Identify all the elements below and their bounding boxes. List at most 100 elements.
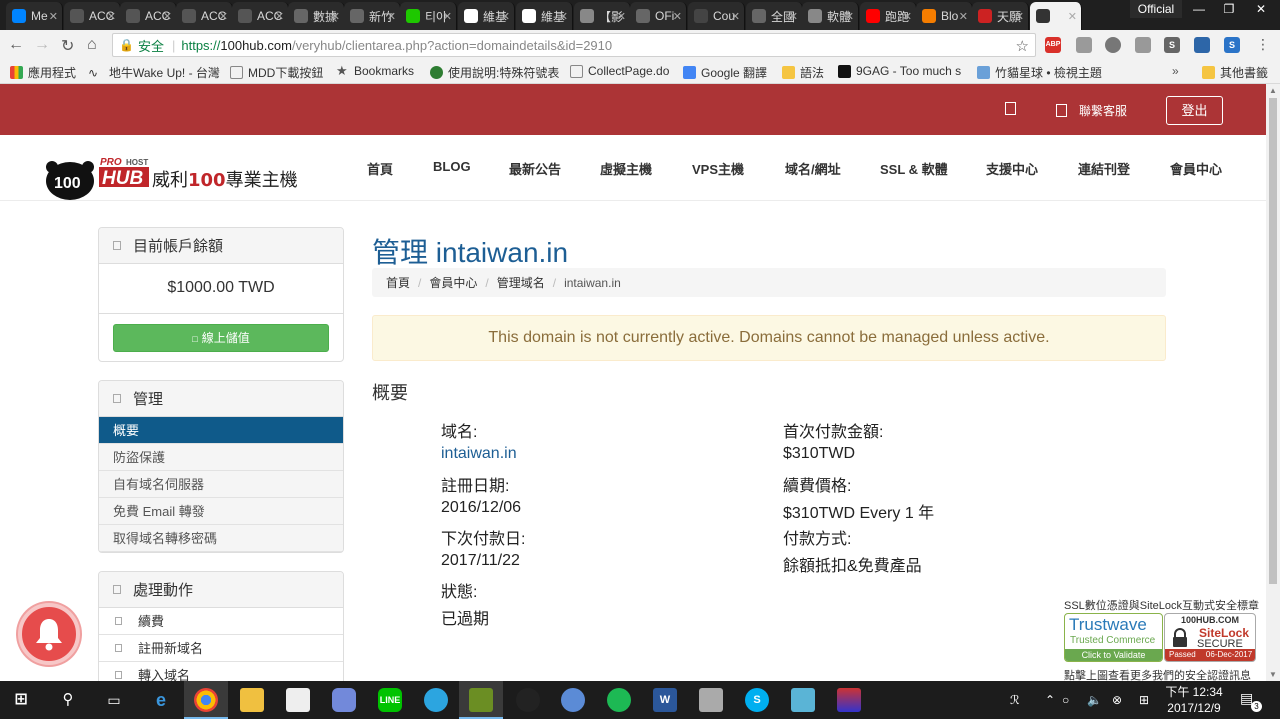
windows-start-icon[interactable]: ⊞ [9, 688, 33, 712]
close-tab-icon[interactable]: ✕ [617, 10, 626, 23]
nav-member-center[interactable]: 會員中心 [1170, 159, 1222, 178]
nav-hosting[interactable]: 虛擬主機 [600, 159, 652, 178]
ime-icon[interactable]: ⊞ [1139, 693, 1149, 707]
bookmark-item[interactable]: CollectPage.do [570, 64, 669, 78]
line-icon[interactable]: LINE [378, 688, 402, 712]
close-tab-icon[interactable]: ✕ [789, 10, 798, 23]
browser-tab[interactable]: 維基 ✕ [516, 2, 573, 30]
bookmark-apps[interactable]: 應用程式 [10, 64, 76, 81]
domain-value-link[interactable]: intaiwan.in [441, 445, 517, 463]
close-tab-icon[interactable]: ✕ [959, 10, 968, 23]
nav-link-listing[interactable]: 連結刊登 [1078, 159, 1130, 178]
store-icon[interactable] [286, 688, 310, 712]
back-icon[interactable]: ← [8, 36, 24, 54]
sidebar-item-nameservers[interactable]: 自有域名伺服器 [99, 471, 343, 498]
chrome-icon[interactable] [194, 688, 218, 712]
trustwave-seal[interactable]: Trustwave Trusted Commerce Click to Vali… [1064, 613, 1163, 662]
notes-icon[interactable] [791, 688, 815, 712]
skype-icon[interactable]: S [745, 688, 769, 712]
browser-tab[interactable]: ACC ✕ [120, 2, 177, 30]
paint-icon[interactable] [561, 688, 585, 712]
close-tab-icon[interactable]: ✕ [49, 10, 58, 23]
tray-expand-icon[interactable]: ⌃ [1045, 693, 1055, 707]
browser-tab[interactable]: 數據 ✕ [288, 2, 345, 30]
minimize-icon[interactable]: — [1184, 0, 1214, 18]
telegram-icon[interactable] [424, 688, 448, 712]
nav-domains[interactable]: 域名/網址 [785, 159, 841, 178]
scroll-up-icon[interactable]: ▲ [1269, 86, 1277, 95]
chart-app-icon[interactable] [469, 688, 493, 712]
bookmark-item[interactable]: 使用說明:特殊符號表 [430, 64, 559, 81]
close-tab-icon[interactable]: ✕ [107, 10, 116, 23]
sidebar-item-overview[interactable]: 概要 [99, 417, 343, 444]
browser-tab[interactable]: 全國 ✕ [746, 2, 803, 30]
browser-tab[interactable]: 天願 ✕ [972, 2, 1029, 30]
close-tab-icon[interactable]: ✕ [443, 10, 452, 23]
extension-icon[interactable] [1076, 37, 1092, 53]
browser-tab[interactable]: Me ✕ [6, 2, 63, 30]
game-app-icon[interactable] [516, 688, 540, 712]
browser-tab[interactable]: ✕ [1030, 2, 1082, 30]
extension-icon[interactable]: S [1224, 37, 1240, 53]
close-tab-icon[interactable]: ✕ [387, 10, 396, 23]
more-bookmarks-icon[interactable]: » [1172, 64, 1179, 78]
browser-tab[interactable]: ACC ✕ [64, 2, 121, 30]
sitelock-seal[interactable]: 100HUB.COM SiteLock SECURE Passed 06-Dec… [1164, 613, 1256, 662]
forward-icon[interactable]: → [34, 36, 50, 54]
close-tab-icon[interactable]: ✕ [559, 10, 568, 23]
breadcrumb-member-center[interactable]: 會員中心 [429, 274, 477, 291]
extension-icon[interactable]: S [1164, 37, 1180, 53]
browser-tab[interactable]: 티아 ✕ [400, 2, 457, 30]
action-register-domain[interactable]: 註冊新域名 [99, 635, 343, 662]
site-logo[interactable]: 100 PRO HOST HUB 威利100專業主機 [44, 157, 314, 201]
volume-icon[interactable]: 🔈 [1087, 693, 1102, 707]
close-tab-icon[interactable]: ✕ [163, 10, 172, 23]
topup-button[interactable]: □ 線上儲值 [113, 324, 329, 352]
close-tab-icon[interactable]: ✕ [331, 10, 340, 23]
browser-tab[interactable]: 維基 ✕ [458, 2, 515, 30]
tray-app-icon[interactable]: ⊗ [1112, 693, 1122, 707]
close-tab-icon[interactable]: ✕ [501, 10, 510, 23]
scroll-down-icon[interactable]: ▼ [1269, 670, 1277, 679]
task-view-icon[interactable]: ▭ [102, 688, 126, 712]
bookmark-item[interactable]: MDD下載按鈕 [230, 64, 323, 81]
close-tab-icon[interactable]: ✕ [275, 10, 284, 23]
maximize-icon[interactable]: ❐ [1214, 0, 1244, 18]
bookmark-item[interactable]: 9GAG - Too much s [838, 64, 968, 78]
sidebar-item-email-forwarding[interactable]: 免費 Email 轉發 [99, 498, 343, 525]
wifi-icon[interactable]: ○ [1062, 693, 1069, 707]
browser-tab[interactable]: 跑跑 ✕ [860, 2, 917, 30]
spotify-icon[interactable] [607, 688, 631, 712]
browser-tab[interactable]: 軟體 ✕ [802, 2, 859, 30]
bookmark-item[interactable]: Google 翻譯 [683, 64, 767, 81]
top-link-blank[interactable] [1005, 102, 1028, 115]
action-transfer-domain[interactable]: 轉入域名 [99, 662, 343, 681]
file-explorer-icon[interactable] [240, 688, 264, 712]
sidebar-item-theft-protection[interactable]: 防盜保護 [99, 444, 343, 471]
discord-icon[interactable] [332, 688, 356, 712]
profile-button[interactable]: Official [1130, 0, 1182, 18]
browser-tab[interactable]: Cou ✕ [688, 2, 745, 30]
network-app-icon[interactable] [699, 688, 723, 712]
scrollbar-thumb[interactable] [1269, 98, 1277, 584]
breadcrumb-manage-domains[interactable]: 管理域名 [497, 274, 545, 291]
system-clock[interactable]: 下午 12:34 2017/12/9 [1162, 684, 1226, 716]
chrome-menu-icon[interactable]: ⋮ [1256, 36, 1270, 53]
browser-tab[interactable]: 【影 ✕ [574, 2, 631, 30]
nav-support[interactable]: 支援中心 [986, 159, 1038, 178]
bookmark-item[interactable]: 竹貓星球 • 檢視主題 [977, 64, 1102, 81]
nav-ssl-software[interactable]: SSL & 軟體 [880, 159, 948, 178]
extension-icon[interactable] [1105, 37, 1121, 53]
media-app-icon[interactable] [837, 688, 861, 712]
page-scrollbar[interactable]: ▲ ▼ [1266, 84, 1280, 681]
bookmark-item[interactable]: ∿ 地牛Wake Up! - 台灣 [88, 64, 220, 81]
browser-tab[interactable]: ACC ✕ [232, 2, 289, 30]
people-icon[interactable]: ℛ [1010, 693, 1020, 707]
close-tab-icon[interactable]: ✕ [731, 10, 740, 23]
breadcrumb-home[interactable]: 首頁 [386, 274, 410, 291]
download-extension-icon[interactable] [1135, 37, 1151, 53]
browser-tab[interactable]: 新竹 ✕ [344, 2, 401, 30]
action-renew[interactable]: 續費 [99, 608, 343, 635]
sidebar-item-epp-code[interactable]: 取得域名轉移密碼 [99, 525, 343, 552]
close-tab-icon[interactable]: ✕ [1068, 10, 1077, 23]
